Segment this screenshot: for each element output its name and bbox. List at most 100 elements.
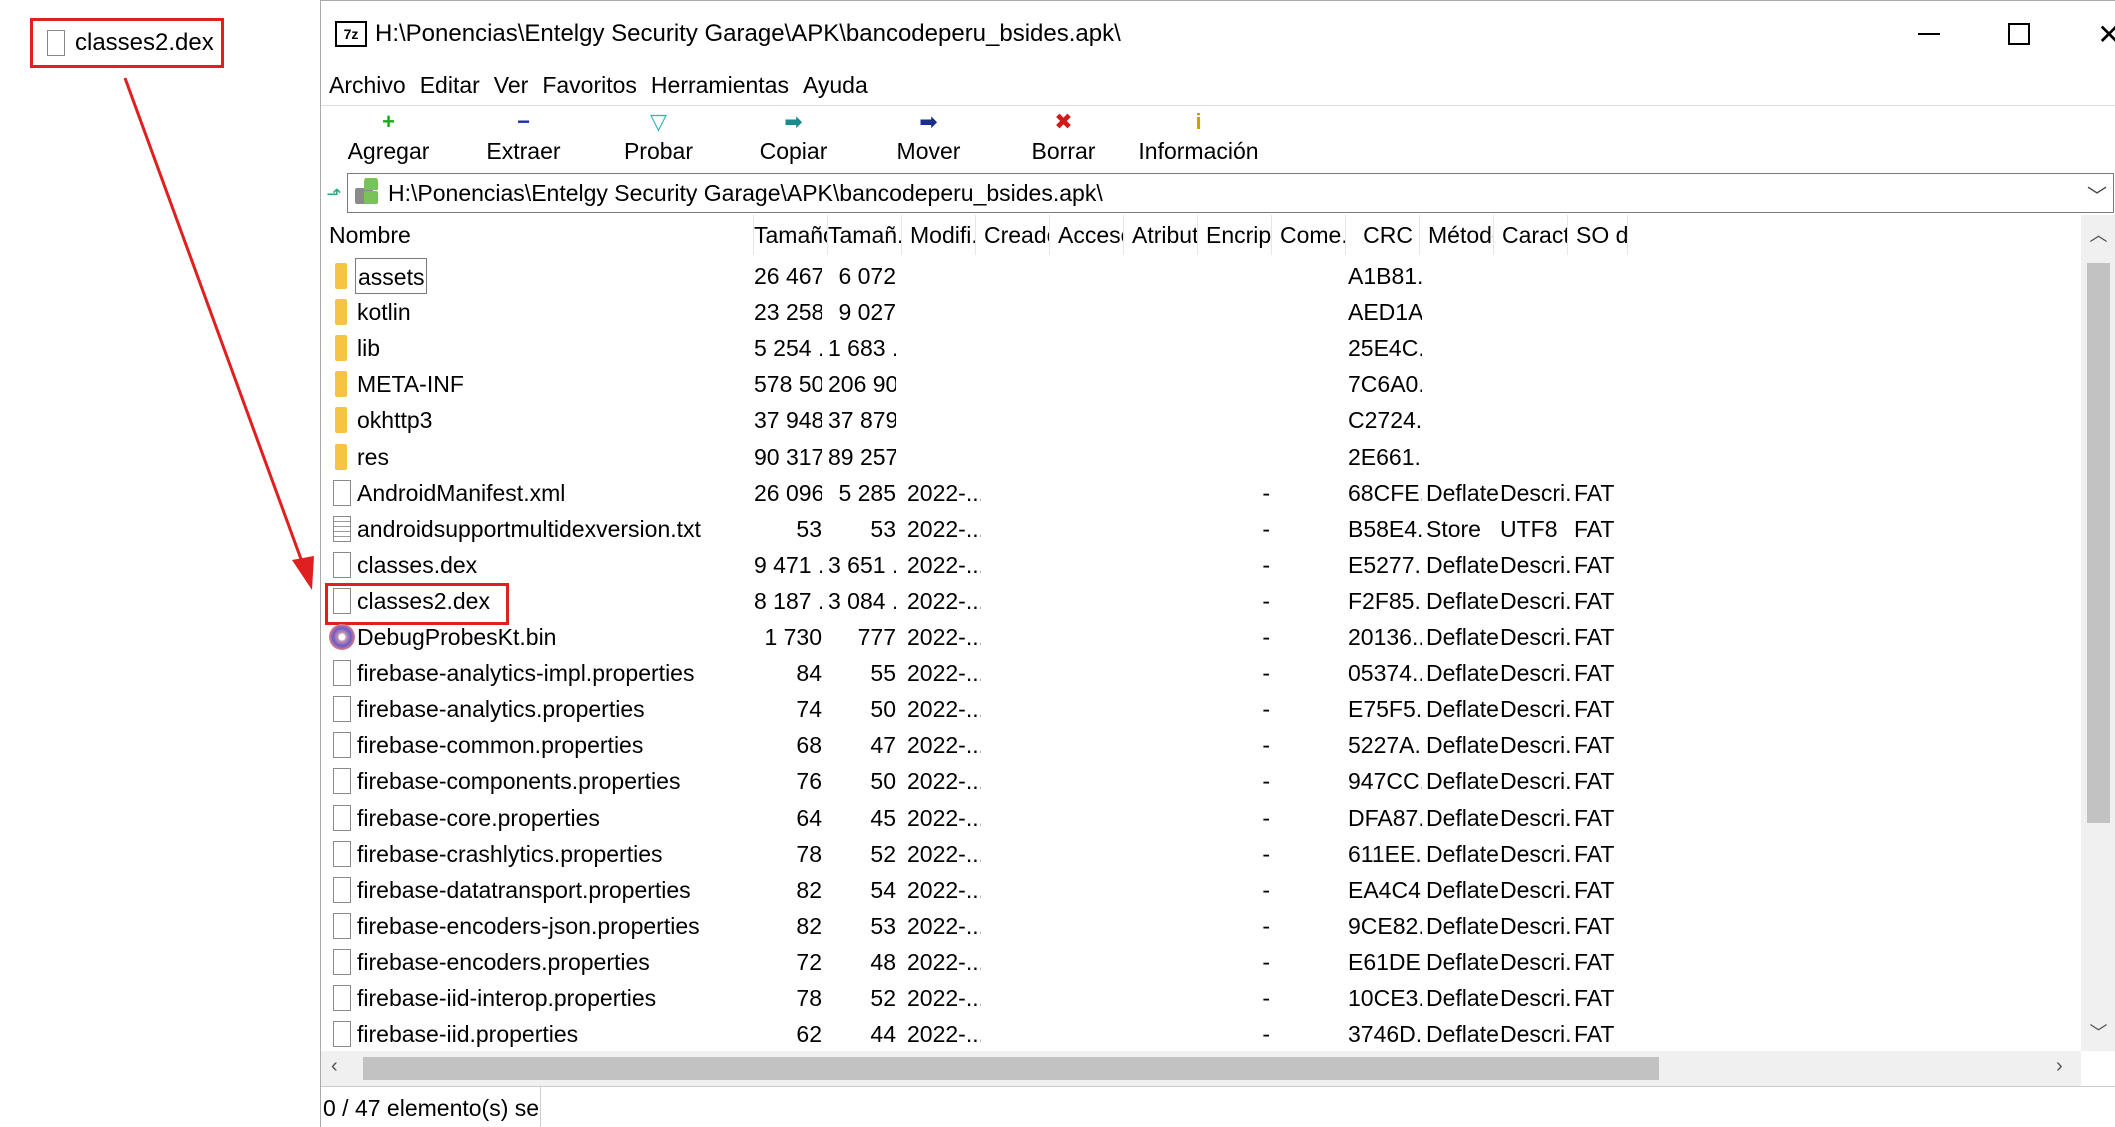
- column-header-host-os[interactable]: SO de: [1568, 215, 1628, 255]
- cell-os: FAT: [1574, 696, 1615, 723]
- cell-encrypted: -: [1262, 479, 1270, 506]
- cell-modified: 2022-...: [907, 840, 981, 867]
- column-header-method[interactable]: Método: [1420, 215, 1494, 255]
- archive-window: 7z H:\Ponencias\Entelgy Security Garage\…: [320, 0, 2115, 1127]
- column-header-size[interactable]: Tamaño: [754, 215, 828, 255]
- file-icon: [47, 30, 65, 56]
- horizontal-scroll-thumb[interactable]: [363, 1057, 1659, 1080]
- cell-packed: 48: [870, 948, 896, 975]
- add-icon: +: [382, 109, 395, 134]
- file-row[interactable]: lib 5 254 ...1 683 ... 25E4C...: [321, 330, 2081, 366]
- cell-size: 9 471 ...: [754, 551, 822, 578]
- close-button[interactable]: ✕: [2063, 1, 2115, 67]
- file-row[interactable]: firebase-crashlytics.properties 78 52 2022-…: [321, 836, 2081, 872]
- scroll-right-icon[interactable]: ›: [2056, 1055, 2063, 1078]
- cell-char: Descri...: [1500, 768, 1572, 795]
- cell-crc: 9CE82...: [1348, 912, 1422, 939]
- column-header-packed-size[interactable]: Tamañ...: [828, 215, 902, 255]
- scroll-left-icon[interactable]: ‹: [331, 1055, 338, 1078]
- column-header-accessed[interactable]: Acceso: [1050, 215, 1124, 255]
- cell-char: [1500, 294, 1572, 330]
- file-row[interactable]: DebugProbesKt.bin 1 730 777 2022-... - 20136.…: [321, 619, 2081, 655]
- file-row[interactable]: firebase-iid-interop.properties 78 52 2022-…: [321, 980, 2081, 1016]
- desktop-file-classes2-dex[interactable]: classes2.dex: [30, 18, 224, 68]
- copy-icon: ➡: [784, 109, 803, 134]
- column-header-attributes[interactable]: Atribut...: [1124, 215, 1198, 255]
- column-header-created[interactable]: Creado: [976, 215, 1050, 255]
- cell-name: firebase-crashlytics.properties: [357, 840, 663, 867]
- minimize-button[interactable]: [1883, 1, 1975, 67]
- menu-ver[interactable]: Ver: [494, 72, 529, 99]
- column-header-comment[interactable]: Come...: [1272, 215, 1346, 255]
- move-button[interactable]: ➡ Mover: [861, 106, 996, 172]
- cell-modified: 2022-...: [907, 985, 981, 1011]
- info-button[interactable]: i Información: [1131, 106, 1266, 172]
- file-row[interactable]: assets 26 467 6 072 A1B81...: [321, 258, 2081, 294]
- file-row[interactable]: androidsupportmultidexversion.txt 53 53 202…: [321, 511, 2081, 547]
- file-icon: [333, 768, 351, 795]
- menu-ayuda[interactable]: Ayuda: [803, 72, 868, 99]
- vertical-scroll-thumb[interactable]: [2087, 263, 2110, 823]
- cell-modified: 2022-...: [907, 551, 981, 578]
- cell-modified: [907, 258, 981, 294]
- chevron-down-icon[interactable]: ﹀: [2087, 180, 2107, 209]
- status-bar: 0 / 47 elemento(s) se: [321, 1086, 2115, 1127]
- menu-archivo[interactable]: Archivo: [329, 72, 406, 99]
- cell-packed: 206 901: [828, 371, 896, 398]
- file-row[interactable]: firebase-components.properties 76 50 2022-.…: [321, 763, 2081, 799]
- file-row[interactable]: firebase-analytics.properties 74 50 2022-..…: [321, 691, 2081, 727]
- cell-packed: 53: [870, 912, 896, 939]
- test-button[interactable]: ▽ Probar: [591, 106, 726, 172]
- cell-os: FAT: [1574, 624, 1615, 650]
- scroll-down-icon[interactable]: ﹀: [2081, 1019, 2115, 1045]
- file-row[interactable]: firebase-iid.properties 62 44 2022-... - 3746…: [321, 1016, 2081, 1051]
- file-row[interactable]: firebase-datatransport.properties 82 54 202…: [321, 872, 2081, 908]
- file-row[interactable]: kotlin 23 258 9 027 AED1A...: [321, 294, 2081, 330]
- cell-modified: [907, 402, 981, 438]
- vertical-scrollbar[interactable]: ︿ ﹀: [2081, 215, 2115, 1051]
- cell-crc: F2F85...: [1348, 587, 1422, 614]
- horizontal-scrollbar[interactable]: ‹ ›: [321, 1051, 2081, 1086]
- cell-char: Descri...: [1500, 1021, 1572, 1048]
- menu-favoritos[interactable]: Favoritos: [542, 72, 637, 99]
- column-header-crc[interactable]: CRC: [1346, 215, 1420, 255]
- file-row[interactable]: classes.dex 9 471 ...3 651 ... 2022-... - E5…: [321, 547, 2081, 583]
- extract-button[interactable]: − Extraer: [456, 106, 591, 172]
- file-icon: [333, 804, 351, 831]
- cell-packed: 3 651 ...: [828, 551, 896, 578]
- file-row[interactable]: firebase-common.properties 68 47 2022-... - 5…: [321, 727, 2081, 763]
- delete-icon: ✖: [1054, 109, 1073, 134]
- menu-editar[interactable]: Editar: [420, 72, 480, 99]
- file-row[interactable]: AndroidManifest.xml 26 096 5 285 2022-... - 6…: [321, 475, 2081, 511]
- folder-up-icon[interactable]: ⬏: [323, 184, 345, 205]
- cell-os: FAT: [1574, 876, 1615, 903]
- scroll-up-icon[interactable]: ︿: [2081, 221, 2115, 247]
- column-header-name[interactable]: Nombre: [321, 215, 754, 255]
- file-row[interactable]: firebase-core.properties 64 45 2022-... - DFA…: [321, 800, 2081, 836]
- menu-herramientas[interactable]: Herramientas: [651, 72, 789, 99]
- column-header-encrypted[interactable]: Encript...: [1198, 215, 1272, 255]
- cell-os: [1574, 366, 1624, 402]
- maximize-button[interactable]: [1973, 1, 2065, 67]
- file-row[interactable]: classes2.dex8 187 ...3 084 ...2022-...-F…: [321, 582, 2081, 625]
- column-header-modified[interactable]: Modifi...: [902, 215, 976, 255]
- cell-size: 5 254 ...: [754, 335, 822, 362]
- file-row[interactable]: firebase-encoders-json.properties 82 53 202…: [321, 908, 2081, 944]
- cell-char: Descri...: [1500, 624, 1572, 650]
- title-bar[interactable]: 7z H:\Ponencias\Entelgy Security Garage\…: [321, 1, 2115, 67]
- delete-button[interactable]: ✖ Borrar: [996, 106, 1131, 172]
- address-field[interactable]: H:\Ponencias\Entelgy Security Garage\APK…: [347, 173, 2114, 213]
- cell-encrypted: -: [1262, 948, 1270, 975]
- file-row[interactable]: firebase-analytics-impl.properties 84 55 20…: [321, 655, 2081, 691]
- file-row[interactable]: okhttp3 37 94837 879 C2724...: [321, 402, 2081, 438]
- file-row[interactable]: res 90 317...89 257... 2E661...: [321, 439, 2081, 475]
- cell-size: 53: [796, 515, 822, 542]
- copy-button[interactable]: ➡ Copiar: [726, 106, 861, 172]
- delete-label: Borrar: [1031, 138, 1096, 164]
- add-button[interactable]: + Agregar: [321, 106, 456, 172]
- menu-bar: Archivo Editar Ver Favoritos Herramienta…: [321, 67, 882, 103]
- file-icon: [333, 985, 351, 1011]
- column-header-characteristics[interactable]: Caract...: [1494, 215, 1568, 255]
- file-row[interactable]: firebase-encoders.properties 72 48 2022-...…: [321, 944, 2081, 980]
- file-row[interactable]: META-INF 578 504206 901 7C6A0...: [321, 366, 2081, 402]
